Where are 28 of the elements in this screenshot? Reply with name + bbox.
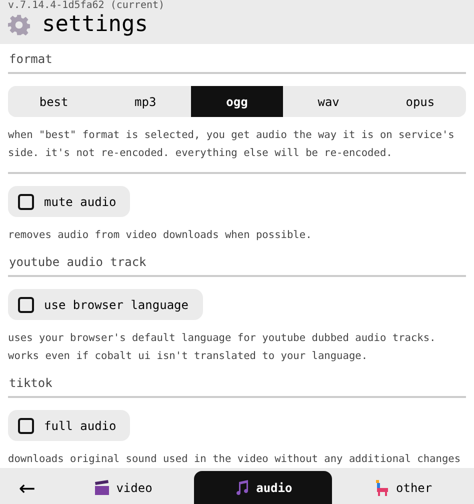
format-option[interactable]: best <box>8 86 100 117</box>
checkbox[interactable] <box>18 296 34 312</box>
music-notes-icon <box>234 480 250 496</box>
setting-description: uses your browser's default language for youtube dubbed audio tracks. works even if cobalt ui isn't translated to your language. <box>8 331 437 364</box>
toggle-button[interactable]: full audio <box>8 410 130 441</box>
page-title: settings <box>42 12 148 38</box>
section-title: youtube audio track <box>8 254 148 270</box>
nav-tab[interactable]: audio <box>194 471 332 504</box>
format-option[interactable]: wav <box>282 86 374 117</box>
setting-description: downloads original sound used in the video without any additional changes <box>8 452 462 467</box>
toggle-button[interactable]: mute audio <box>8 186 130 217</box>
format-option[interactable]: mp3 <box>100 86 192 117</box>
format-option[interactable]: opus <box>374 86 466 117</box>
section-title: format <box>8 51 54 67</box>
settings-icon <box>8 14 30 36</box>
back-button[interactable]: ← <box>0 471 54 504</box>
nav-tab[interactable]: video <box>54 471 192 504</box>
nav-tab[interactable]: other <box>334 471 472 504</box>
checkbox[interactable] <box>18 418 34 434</box>
clapperboard-icon <box>94 480 110 496</box>
format-option[interactable]: ogg <box>191 86 283 117</box>
checkbox[interactable] <box>18 194 34 210</box>
version-text: v.7.14.4-1d5fa62 (current) <box>8 0 166 12</box>
llama-icon <box>374 480 390 496</box>
setting-description: when "best" format is selected, you get audio the way it is on service's side. it's not re-encoded. everything else will be re-encoded. <box>8 128 456 161</box>
section-title: tiktok <box>8 375 54 391</box>
setting-description: removes audio from video downloads when possible. <box>8 228 313 243</box>
toggle-button[interactable]: use browser language <box>8 289 202 320</box>
